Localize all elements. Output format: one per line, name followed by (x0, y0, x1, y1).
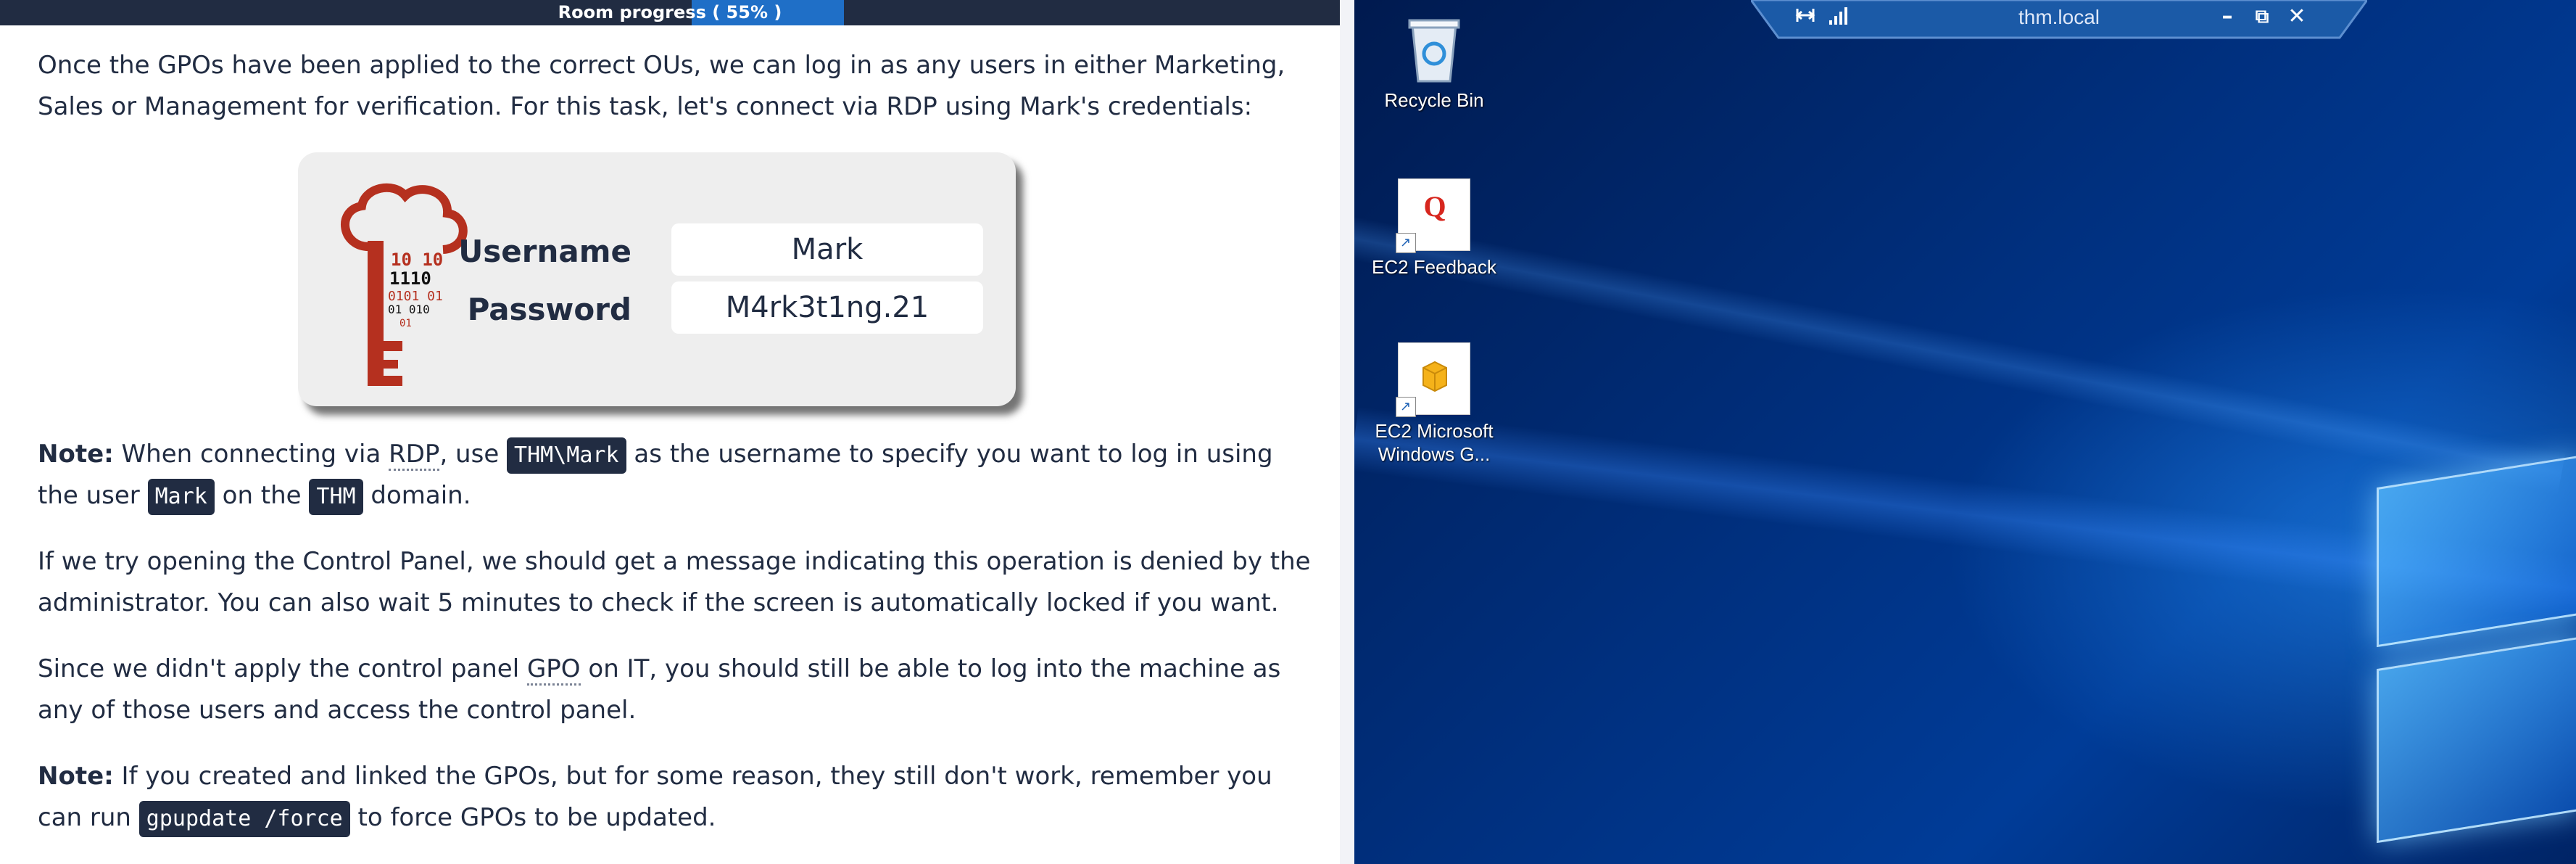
desktop-icon-label-line2: Windows G... (1378, 443, 1491, 465)
key-bits-3: 0101 01 (388, 289, 443, 304)
feedback-glyph: Q (1423, 190, 1446, 223)
gpo-paragraph: Since we didn't apply the control panel … (38, 649, 1314, 731)
rdp-abbreviation: RDP (389, 440, 440, 471)
desktop-icon-ec2-windows-guide[interactable]: ↗ EC2 Microsoft Windows G... (1369, 342, 1499, 466)
rdp-connection-bar[interactable]: thm.local – ⧉ ✕ (1751, 0, 2367, 42)
key-bits-1: 10 10 (391, 250, 443, 270)
screen: Room progress ( 55% ) Once the GPOs have… (0, 0, 2576, 864)
desktop-icon-ec2-feedback[interactable]: Q ↗ EC2 Feedback (1369, 178, 1499, 279)
intro-paragraph: Once the GPOs have been applied to the c… (38, 51, 1285, 121)
note-text: on the (214, 481, 310, 510)
code-gpupdate-force: gpupdate /force (138, 800, 350, 837)
note-strong: Note: (38, 440, 114, 469)
key-tooth-1 (384, 341, 402, 351)
username-label: Username (458, 234, 631, 269)
desktop-icon-label: Recycle Bin (1384, 89, 1484, 111)
key-bits-5: 01 (399, 318, 412, 329)
code-thm-mark: THM\Mark (507, 437, 626, 474)
note-strong: Note: (38, 762, 114, 791)
task-content: Once the GPOs have been applied to the c… (38, 45, 1314, 863)
remote-desktop[interactable]: Recycle Bin Q ↗ EC2 Feedback ↗ EC2 Micro… (1354, 0, 2576, 864)
key-bits-4: 01 010 (388, 303, 430, 316)
code-mark: Mark (147, 478, 215, 515)
paragraph-text: Since we didn't apply the control panel (38, 654, 527, 683)
ec2-feedback-icon: Q ↗ (1396, 178, 1470, 253)
recycle-bin-icon (1398, 12, 1470, 84)
control-panel-paragraph: If we try opening the Control Panel, we … (38, 547, 1311, 617)
note-text: When connecting via (113, 440, 389, 469)
key-shaft (368, 241, 384, 386)
password-label: Password (467, 292, 631, 327)
windows-logo-pane (2377, 636, 2576, 844)
key-tooth-3 (384, 376, 402, 386)
rdp-host-title: thm.local (2018, 6, 2100, 28)
key-cloud-shape (341, 183, 468, 254)
close-button[interactable]: ✕ (2285, 4, 2309, 29)
split-divider[interactable] (1340, 0, 1354, 864)
room-progress-bar: Room progress ( 55% ) (0, 0, 1340, 25)
gpo-abbreviation: GPO (526, 654, 581, 686)
room-progress-label: Room progress ( 55% ) (558, 2, 782, 22)
desktop-icon-recycle-bin[interactable]: Recycle Bin (1369, 12, 1499, 112)
windows-logo-pane (2377, 455, 2576, 648)
key-tooth-2 (384, 360, 398, 369)
code-thm: THM (309, 478, 363, 515)
task-panel: Room progress ( 55% ) Once the GPOs have… (0, 0, 1340, 864)
desktop-icon-label: EC2 Feedback (1372, 256, 1496, 278)
shortcut-arrow-icon: ↗ (1396, 397, 1416, 417)
password-value: M4rk3t1ng.21 (671, 281, 983, 334)
username-value: Mark (671, 223, 983, 276)
shortcut-arrow-icon: ↗ (1396, 233, 1416, 253)
desktop-icon-label-line1: EC2 Microsoft (1375, 420, 1494, 442)
note-text: to force GPOs to be updated. (349, 803, 716, 832)
key-icon: 10 10 1110 0101 01 01 010 01 (341, 183, 468, 386)
key-bits-2: 1110 (389, 268, 431, 289)
windows-logo-wallpaper (2377, 406, 2576, 844)
minimize-button[interactable]: – (2215, 4, 2240, 29)
ec2-windows-guide-icon: ↗ (1396, 342, 1470, 417)
note-text: domain. (363, 481, 471, 510)
restore-button[interactable]: ⧉ (2250, 4, 2274, 29)
credentials-card: 10 10 1110 0101 01 01 010 01 Username Ma… (298, 152, 1016, 406)
gpupdate-note-paragraph: Note: If you created and linked the GPOs… (38, 756, 1314, 839)
note-text: , use (439, 440, 508, 469)
rdp-note-paragraph: Note: When connecting via RDP, use THM\M… (38, 434, 1314, 517)
